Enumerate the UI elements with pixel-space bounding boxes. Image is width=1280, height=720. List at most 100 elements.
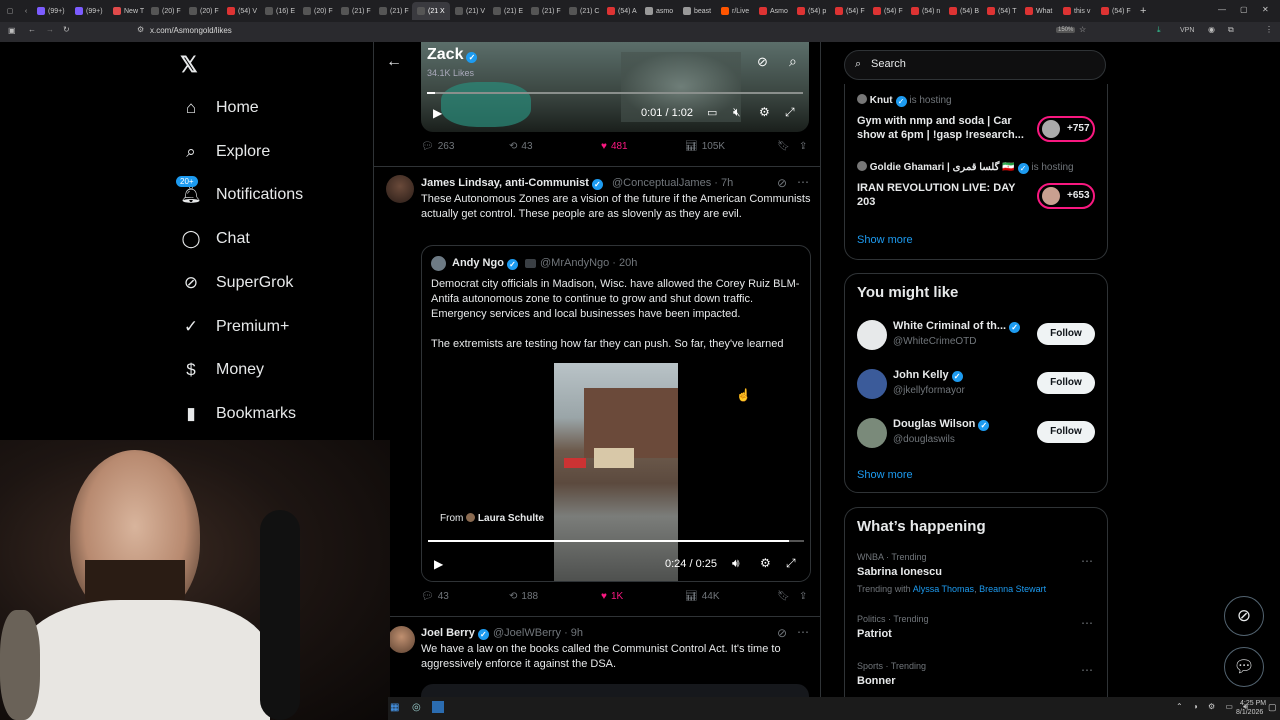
browser-tab[interactable]: (21) V <box>450 2 488 20</box>
browser-tab[interactable]: Asmo <box>754 2 792 20</box>
more-options-icon[interactable]: ⋯ <box>797 175 809 189</box>
grok-floating-button[interactable]: ⊘ <box>1224 596 1264 636</box>
minimize-icon[interactable]: — <box>1218 5 1226 14</box>
site-info-icon[interactable]: ⚙ <box>137 25 144 34</box>
follow-button[interactable]: Follow <box>1037 323 1095 345</box>
share-icon[interactable]: ⇪ <box>799 141 807 152</box>
grok-icon[interactable]: ⊘ <box>757 54 768 70</box>
settings-icon[interactable]: ⚙ <box>759 105 770 119</box>
follow-button[interactable]: Follow <box>1037 372 1095 394</box>
browser-tab[interactable]: (54) B <box>944 2 982 20</box>
video-progress-bar[interactable] <box>428 540 804 542</box>
more-options-icon[interactable]: ⋯ <box>1081 663 1093 677</box>
bookmark-icon[interactable]: 🔖︎ <box>777 591 799 602</box>
new-tab-button[interactable]: + <box>1140 5 1146 17</box>
avatar[interactable] <box>857 369 887 399</box>
quoted-video-player[interactable]: From Laura Schulte ▶ 0:24 / 0:25 🔊︎ ⚙ ⤢ <box>422 363 810 581</box>
steam-icon[interactable]: ◎ <box>412 702 421 713</box>
sidebar-item-chat[interactable]: ◯ Chat <box>180 228 249 250</box>
browser-tab[interactable]: (54) F <box>830 2 868 20</box>
sidebar-item-notifications[interactable]: 🔔︎ 20+ Notifications <box>176 176 303 206</box>
search-input[interactable]: ⌕ Search <box>844 50 1106 80</box>
more-options-icon[interactable]: ⋯ <box>797 625 809 639</box>
avatar[interactable] <box>388 626 415 653</box>
author-name[interactable]: Joel Berry ✓ <box>421 627 489 640</box>
browser-tab[interactable]: (20) F <box>298 2 336 20</box>
reply-button[interactable]: 💬︎ 43 <box>421 591 509 602</box>
trend-item[interactable]: WNBA · Trending Sabrina Ionescu Trending… <box>845 552 1107 608</box>
share-icon[interactable]: ⇪ <box>799 591 807 602</box>
browser-tab[interactable]: asmo <box>640 2 678 20</box>
vpn-badge[interactable]: VPN <box>1180 27 1194 34</box>
messages-floating-button[interactable]: 💬︎ <box>1224 647 1264 687</box>
views-count[interactable]: 📊︎ 44K <box>685 591 777 602</box>
avatar[interactable] <box>431 256 446 271</box>
quoted-tweet[interactable]: Andy Ngo ✓ @MrAndyNgo · 20h Democrat city… <box>421 245 811 582</box>
follow-suggestion[interactable]: John Kelly ✓ @jkellyformayor Follow <box>845 367 1107 407</box>
notification-icon[interactable]: ▢ <box>1268 702 1277 713</box>
views-count[interactable]: 📊︎ 105K <box>685 141 777 152</box>
fullscreen-icon[interactable]: ⤢ <box>785 105 795 120</box>
url-field[interactable]: x.com/Asmongold/likes <box>150 26 232 35</box>
author-handle[interactable]: @ConceptualJames · 7h <box>612 177 733 189</box>
listener-count[interactable]: +757 <box>1037 116 1095 142</box>
grok-icon[interactable]: ⊘ <box>777 176 787 190</box>
browser-tab[interactable]: (21) F <box>526 2 564 20</box>
restore-icon[interactable]: ▢ <box>1240 5 1248 14</box>
trend-item[interactable]: Sports · Trending Bonner ⋯ <box>845 661 1107 701</box>
browser-tab[interactable]: (54) A <box>602 2 640 20</box>
download-icon[interactable]: ⤓ <box>1157 25 1161 35</box>
space-item[interactable]: Knut ✓ is hosting Gym with nmp and soda |… <box>857 94 1097 152</box>
captions-icon[interactable]: ▭ <box>707 106 717 119</box>
sidebar-item-explore[interactable]: ⌕ Explore <box>180 141 270 163</box>
settings-icon[interactable]: ⚙ <box>760 556 771 570</box>
sidebar-item-home[interactable]: ⌂ Home <box>180 97 259 119</box>
like-button[interactable]: ♥ 481 <box>601 141 685 152</box>
browser-tab[interactable]: (21) F <box>374 2 412 20</box>
more-options-icon[interactable]: ⋯ <box>1081 554 1093 568</box>
close-icon[interactable]: ✕ <box>1262 5 1269 14</box>
author-name[interactable]: James Lindsay, anti-Communist ✓ <box>421 177 603 190</box>
suggested-name[interactable]: John Kelly ✓ <box>893 369 963 382</box>
forward-icon[interactable]: → <box>46 25 54 34</box>
repost-button[interactable]: ⟲ 188 <box>509 591 601 602</box>
fullscreen-icon[interactable]: ⤢ <box>786 556 796 571</box>
show-more-link[interactable]: Show more <box>857 469 913 481</box>
browser-tab[interactable]: r/Live <box>716 2 754 20</box>
listener-count[interactable]: +653 <box>1037 183 1095 209</box>
browser-menu-icon[interactable]: ▢ <box>0 7 20 15</box>
extensions-icon[interactable]: ⧉ <box>1228 25 1234 35</box>
volume-icon[interactable]: 🔊︎ <box>732 556 740 571</box>
suggested-name[interactable]: White Criminal of th... ✓ <box>893 320 1021 333</box>
zoom-level[interactable]: 150% <box>1056 27 1076 33</box>
follow-suggestion[interactable]: Douglas Wilson ✓ @douglaswils Follow <box>845 416 1107 456</box>
menu-icon[interactable]: ⋮ <box>1265 25 1273 34</box>
x-logo[interactable]: 𝕏 <box>180 52 198 78</box>
account-icon[interactable]: ◉ <box>1208 25 1215 34</box>
browser-tab[interactable]: (54) T <box>982 2 1020 20</box>
sidebar-toggle-icon[interactable]: ▣ <box>8 26 16 35</box>
browser-tab[interactable]: (21) C <box>564 2 602 20</box>
grok-icon[interactable]: ⊘ <box>777 626 787 640</box>
sidebar-item-premium[interactable]: ✓ Premium+ <box>180 316 289 338</box>
browser-tab[interactable]: (21) F <box>336 2 374 20</box>
browser-tab[interactable]: (54) V <box>222 2 260 20</box>
file-explorer-icon[interactable]: ▦ <box>390 702 399 713</box>
browser-tab[interactable]: (20) F <box>184 2 222 20</box>
browser-tab[interactable]: (20) F <box>146 2 184 20</box>
sidebar-item-supergrok[interactable]: ⊘ SuperGrok <box>180 272 294 294</box>
suggested-name[interactable]: Douglas Wilson ✓ <box>893 418 990 431</box>
video-progress-bar[interactable] <box>427 92 803 94</box>
repost-button[interactable]: ⟲ 43 <box>509 141 601 152</box>
browser-tab[interactable]: (54) F <box>1096 2 1134 20</box>
tweet[interactable]: Joel Berry ✓ @JoelWBerry · 9h ⊘ ⋯ We have… <box>374 616 820 697</box>
browser-tab[interactable]: (54) n <box>906 2 944 20</box>
tab-scroll-left-icon[interactable]: ‹ <box>20 8 32 15</box>
browser-tab[interactable]: beast <box>678 2 716 20</box>
more-options-icon[interactable]: ⋯ <box>1081 616 1093 630</box>
top-video-player[interactable]: Zack ✓ 34.1K Likes ⊘ ⌕ ▶ 0:01 / 1:02 ▭ 🔇︎… <box>421 42 809 132</box>
browser-tab[interactable]: (54) p <box>792 2 830 20</box>
author-handle[interactable]: @JoelWBerry · 9h <box>493 627 583 639</box>
browser-tab[interactable]: (99+) <box>70 2 108 20</box>
back-arrow-icon[interactable]: ← <box>386 53 402 71</box>
